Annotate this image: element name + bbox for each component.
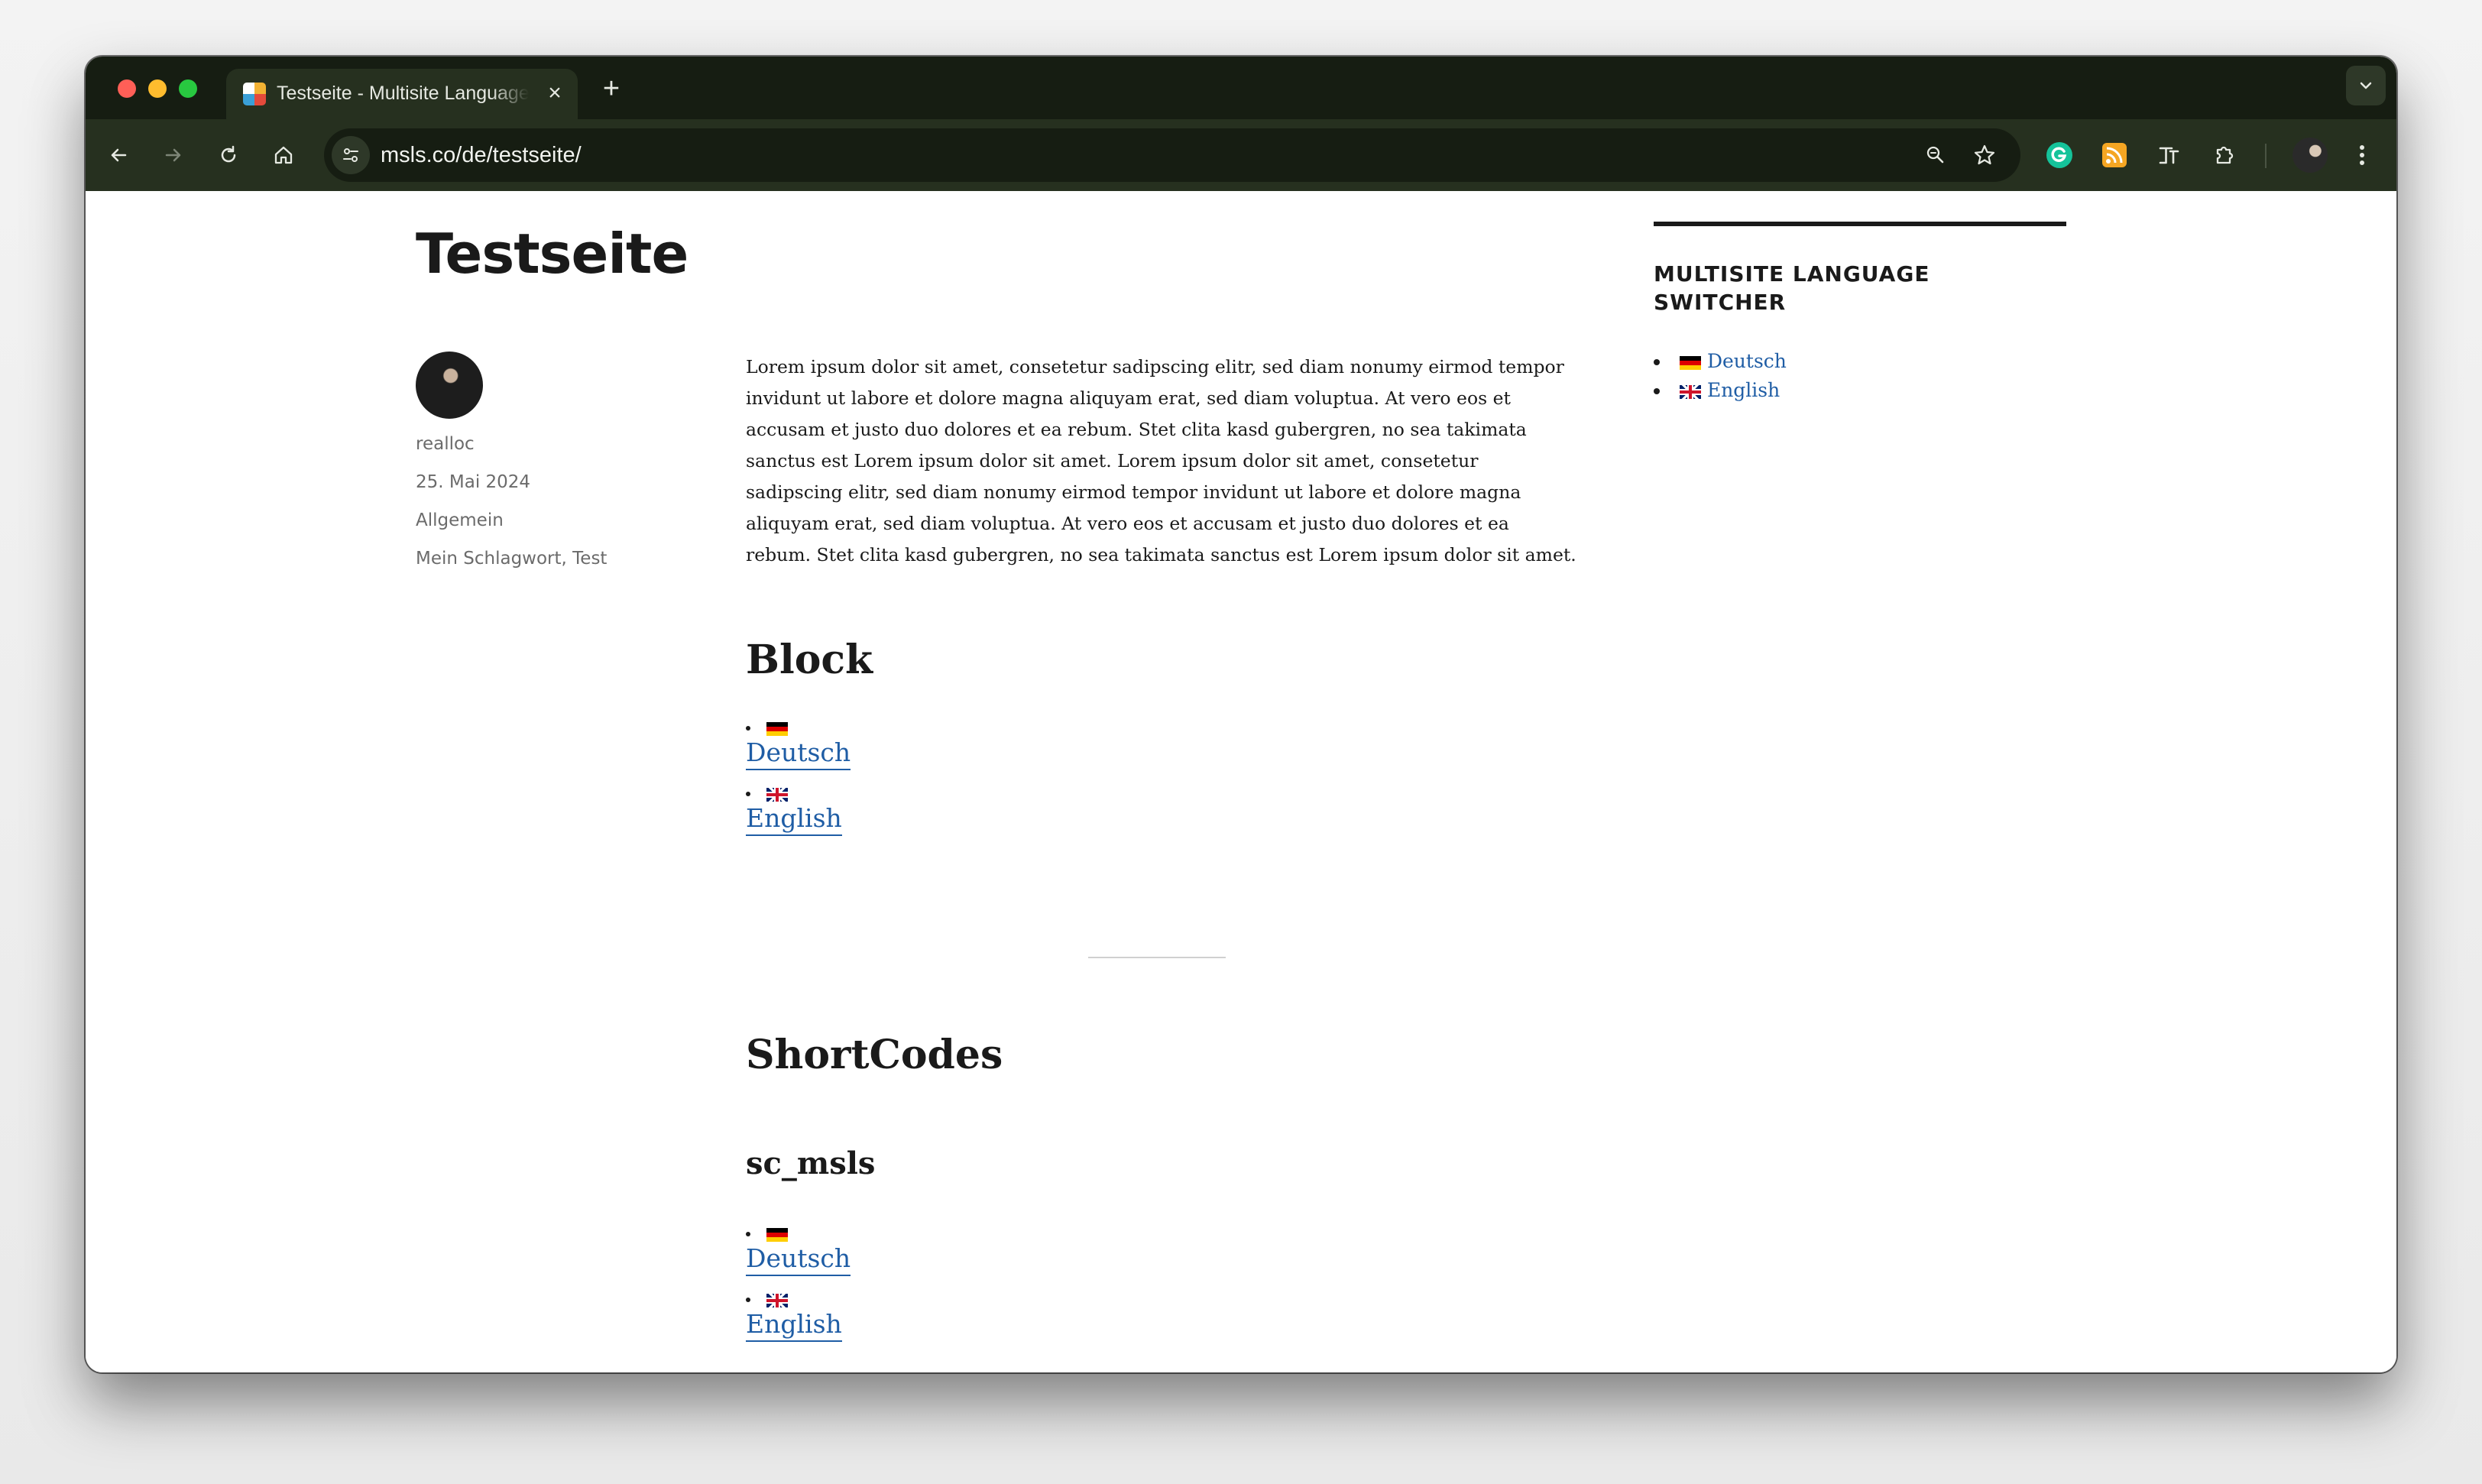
sc-link-deutsch[interactable]: Deutsch bbox=[746, 1243, 851, 1276]
page-title: Testseite bbox=[416, 222, 689, 286]
star-icon bbox=[1974, 144, 1995, 165]
grammarly-icon bbox=[2046, 142, 2072, 168]
profile-avatar[interactable] bbox=[2292, 138, 2328, 173]
home-button[interactable] bbox=[264, 136, 303, 174]
sc-msls-heading: sc_msls bbox=[746, 1145, 876, 1181]
zoom-button[interactable] bbox=[1917, 136, 1955, 174]
tab-strip: Testseite - Multisite Language Switcher … bbox=[86, 57, 2396, 119]
block-link-english[interactable]: English bbox=[746, 802, 842, 836]
separator bbox=[1088, 957, 1226, 958]
meta-date[interactable]: 25. Mai 2024 bbox=[416, 472, 530, 492]
tune-icon bbox=[343, 148, 358, 162]
active-tab[interactable]: Testseite - Multisite Language Switcher … bbox=[226, 69, 578, 119]
german-flag-icon bbox=[1680, 355, 1701, 370]
translate-icon bbox=[2159, 147, 2179, 164]
list-item: Deutsch bbox=[746, 1224, 1579, 1276]
site-favicon-icon bbox=[243, 83, 266, 105]
minimize-window-button[interactable] bbox=[148, 79, 167, 98]
widget-language-list: Deutsch English bbox=[1654, 347, 1787, 405]
german-flag-icon bbox=[766, 1227, 788, 1242]
puzzle-piece-icon bbox=[2216, 146, 2234, 164]
uk-flag-icon bbox=[766, 787, 788, 802]
bookmark-button[interactable] bbox=[1965, 136, 2004, 174]
sc-language-list: Deutsch English bbox=[746, 1224, 1579, 1342]
toolbar-separator bbox=[2265, 144, 2267, 168]
address-bar[interactable]: msls.co/de/testseite/ bbox=[324, 128, 2020, 182]
chevron-down-icon bbox=[2360, 82, 2372, 89]
uk-flag-icon bbox=[766, 1293, 788, 1307]
meta-author[interactable]: realloc bbox=[416, 434, 475, 454]
reload-button[interactable] bbox=[209, 136, 248, 174]
list-item: Deutsch bbox=[746, 718, 1579, 770]
author-avatar[interactable] bbox=[416, 352, 483, 419]
sc-link-english[interactable]: English bbox=[746, 1308, 842, 1342]
rss-extension-button[interactable] bbox=[2095, 136, 2134, 174]
browser-window: Testseite - Multisite Language Switcher … bbox=[86, 57, 2396, 1372]
meta-tags[interactable]: Mein Schlagwort, Test bbox=[416, 549, 607, 569]
new-tab-button[interactable]: + bbox=[596, 73, 627, 104]
arrow-right-icon bbox=[165, 148, 181, 162]
entry-content: Lorem ipsum dolor sit amet, consetetur s… bbox=[746, 352, 1579, 836]
tab-close-icon[interactable]: × bbox=[543, 81, 567, 105]
maximize-window-button[interactable] bbox=[179, 79, 197, 98]
german-flag-icon bbox=[766, 721, 788, 736]
shortcodes-heading: ShortCodes bbox=[746, 1032, 1003, 1078]
block-heading: Block bbox=[746, 637, 873, 683]
list-item: English bbox=[746, 784, 1579, 836]
list-item: English bbox=[1654, 376, 1787, 405]
url-text[interactable]: msls.co/de/testseite/ bbox=[381, 143, 582, 168]
rss-icon bbox=[2102, 143, 2127, 167]
close-window-button[interactable] bbox=[118, 79, 136, 98]
tab-title: Testseite - Multisite Language Switcher bbox=[277, 83, 529, 104]
web-page: Testseite realloc 25. Mai 2024 Allgemein… bbox=[86, 191, 2396, 1372]
meta-category[interactable]: Allgemein bbox=[416, 510, 504, 530]
arrow-left-icon bbox=[111, 148, 127, 162]
chrome-menu-button[interactable] bbox=[2343, 136, 2381, 174]
list-item: English bbox=[746, 1290, 1579, 1342]
back-button[interactable] bbox=[99, 136, 138, 174]
reload-icon bbox=[221, 145, 236, 163]
tab-search-button[interactable] bbox=[2346, 66, 2386, 105]
shortcodes-section: ShortCodes sc_msls Deutsch English bbox=[746, 1032, 1579, 1342]
browser-toolbar: msls.co/de/testseite/ bbox=[86, 119, 2396, 191]
more-vertical-icon bbox=[2360, 145, 2364, 165]
widget-link-deutsch[interactable]: Deutsch bbox=[1707, 350, 1787, 372]
widget-title: MULTISITE LANGUAGE SWITCHER bbox=[1654, 261, 1930, 315]
block-link-deutsch[interactable]: Deutsch bbox=[746, 737, 851, 770]
extensions-button[interactable] bbox=[2205, 136, 2244, 174]
body-paragraph: Lorem ipsum dolor sit amet, consetetur s… bbox=[746, 356, 1576, 565]
zoom-icon bbox=[1926, 146, 1944, 164]
translate-extension-button[interactable] bbox=[2150, 136, 2189, 174]
widget-divider bbox=[1654, 222, 2066, 226]
uk-flag-icon bbox=[1680, 384, 1701, 399]
grammarly-extension-button[interactable] bbox=[2040, 136, 2079, 174]
home-icon bbox=[274, 146, 293, 164]
widget-link-english[interactable]: English bbox=[1707, 379, 1780, 401]
block-language-list: Deutsch English bbox=[746, 718, 1579, 836]
list-item: Deutsch bbox=[1654, 347, 1787, 376]
forward-button[interactable] bbox=[154, 136, 193, 174]
site-info-button[interactable] bbox=[332, 136, 370, 174]
